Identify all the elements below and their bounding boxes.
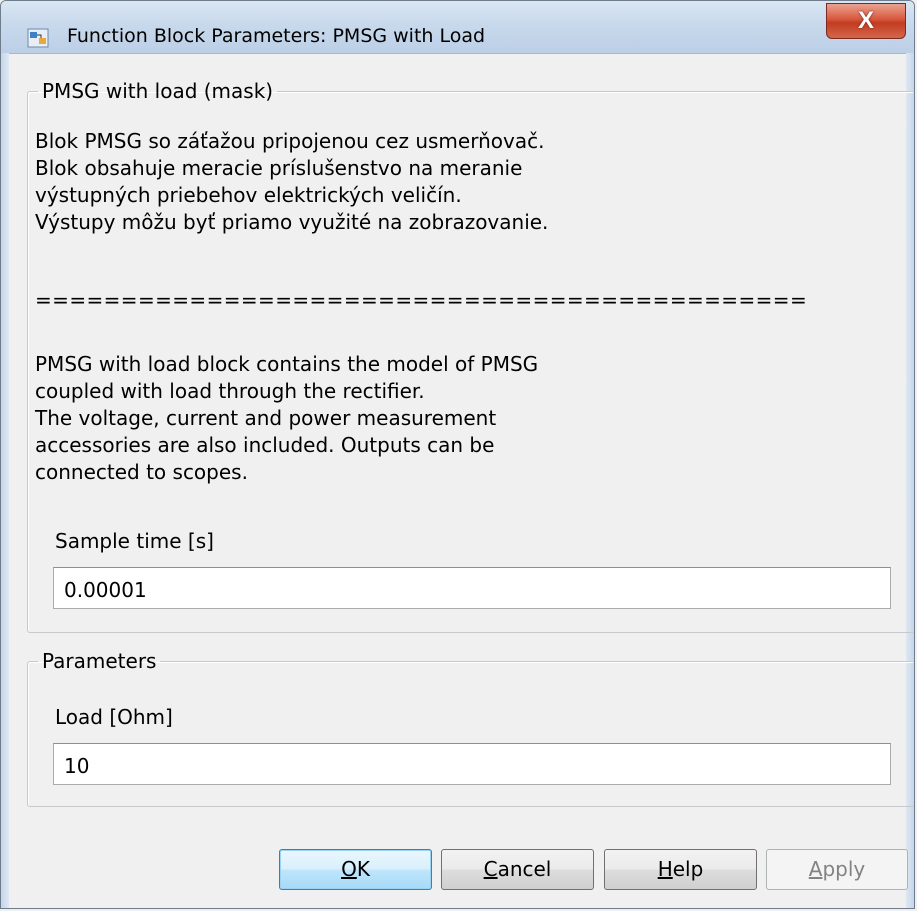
ok-mnemonic: O [341, 857, 357, 881]
cancel-label-rest: ancel [497, 857, 552, 881]
description-english: PMSG with load block contains the model … [35, 352, 539, 484]
description-slovak: Blok PMSG so záťažou pripojenou cez usme… [35, 129, 549, 234]
window-frame-left [1, 53, 9, 908]
help-button[interactable]: Help [604, 849, 757, 890]
mask-group-legend: PMSG with load (mask) [42, 79, 274, 103]
apply-label-rest: pply [822, 857, 866, 881]
close-button[interactable]: X [826, 3, 906, 39]
ok-label-rest: K [356, 857, 370, 881]
simulink-block-icon [27, 28, 49, 48]
apply-button[interactable]: Apply [766, 849, 908, 890]
description-separator: ========================================… [35, 288, 808, 312]
sample-time-label: Sample time [s] [55, 529, 214, 553]
dialog-content: PMSG with load (mask) Blok PMSG so záťaž… [9, 53, 914, 900]
window-title: Function Block Parameters: PMSG with Loa… [67, 25, 486, 47]
load-label: Load [Ohm] [55, 705, 173, 729]
cancel-button[interactable]: Cancel [441, 849, 594, 890]
dialog-window: Function Block Parameters: PMSG with Loa… [0, 0, 915, 909]
title-bar[interactable]: Function Block Parameters: PMSG with Loa… [1, 1, 914, 54]
apply-mnemonic: A [808, 857, 823, 881]
sample-time-input[interactable]: 0.00001 [53, 567, 891, 609]
load-input[interactable]: 10 [53, 743, 891, 785]
parameters-group-legend: Parameters [42, 649, 157, 673]
help-label-rest: elp [672, 857, 704, 881]
cancel-mnemonic: C [483, 857, 498, 881]
help-mnemonic: H [657, 857, 673, 881]
ok-button[interactable]: OK [279, 849, 432, 890]
